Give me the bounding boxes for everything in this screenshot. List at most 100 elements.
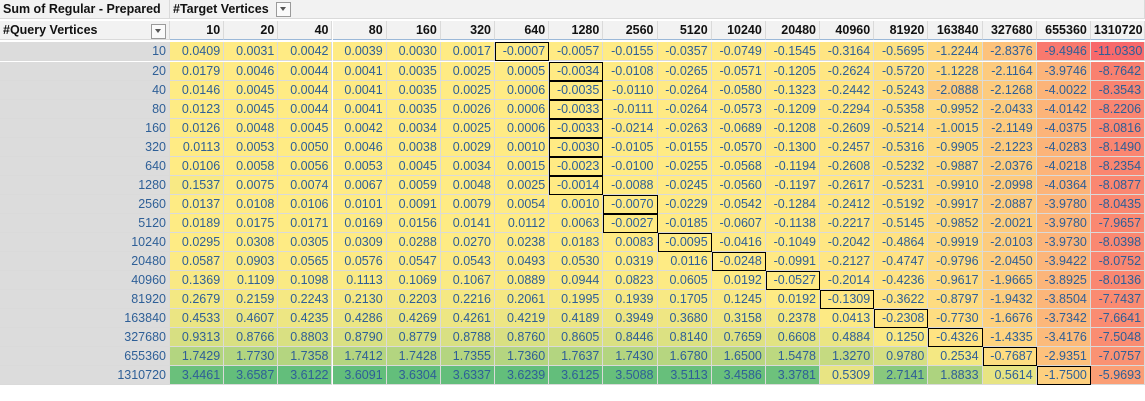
data-cell[interactable]: 3.6125 <box>549 366 604 385</box>
data-cell[interactable]: -8.2206 <box>1090 100 1145 119</box>
data-cell[interactable]: -7.9657 <box>1090 214 1145 233</box>
data-cell[interactable]: -2.0021 <box>982 214 1037 233</box>
data-cell[interactable]: 0.0183 <box>549 233 604 252</box>
data-cell[interactable]: 0.4235 <box>278 309 333 328</box>
data-cell[interactable]: -0.1049 <box>765 233 821 252</box>
data-cell[interactable]: 0.4261 <box>440 309 495 328</box>
data-cell[interactable]: 1.7637 <box>549 347 604 366</box>
data-cell[interactable]: 0.6608 <box>765 328 821 347</box>
data-cell[interactable]: -0.9919 <box>928 233 983 252</box>
data-cell[interactable]: 3.6587 <box>224 366 279 385</box>
data-cell[interactable]: -4.0364 <box>1036 176 1091 195</box>
data-cell[interactable]: 0.0034 <box>440 157 495 176</box>
data-cell[interactable]: 0.0035 <box>386 81 441 100</box>
data-cell[interactable]: 0.1069 <box>386 271 441 290</box>
data-cell[interactable]: -0.0560 <box>711 176 766 195</box>
data-cell[interactable]: -0.5720 <box>874 62 929 81</box>
data-cell[interactable]: 0.0026 <box>440 100 495 119</box>
data-cell[interactable]: 0.0113 <box>170 138 225 157</box>
data-cell[interactable]: -0.3622 <box>874 290 929 309</box>
data-cell[interactable]: 0.0409 <box>170 42 225 61</box>
data-cell[interactable]: 0.0547 <box>386 252 441 271</box>
data-cell[interactable]: 1.6780 <box>657 347 712 366</box>
data-cell[interactable]: 1.8833 <box>928 366 983 385</box>
data-cell[interactable]: 0.0063 <box>549 214 604 233</box>
data-cell[interactable]: 0.2061 <box>495 290 550 309</box>
data-cell[interactable]: 0.0116 <box>657 252 712 271</box>
data-cell[interactable]: -0.5214 <box>874 119 929 138</box>
data-cell[interactable]: 0.8140 <box>657 328 712 347</box>
data-cell[interactable]: 0.0038 <box>386 138 441 157</box>
data-cell[interactable]: -0.2608 <box>820 157 875 176</box>
data-cell[interactable]: -3.8925 <box>1036 271 1091 290</box>
column-filter-dropdown-icon[interactable] <box>276 2 292 18</box>
data-cell[interactable]: -0.0111 <box>603 100 658 119</box>
data-cell[interactable]: 0.4219 <box>495 309 550 328</box>
data-cell[interactable]: -0.5243 <box>874 81 929 100</box>
data-cell[interactable]: 0.0156 <box>386 214 441 233</box>
data-cell[interactable]: 0.0565 <box>278 252 333 271</box>
data-cell[interactable]: -0.1194 <box>765 157 821 176</box>
data-cell[interactable]: -0.0264 <box>657 100 712 119</box>
data-cell[interactable]: -2.0433 <box>982 100 1037 119</box>
data-cell[interactable]: 0.1245 <box>711 290 766 309</box>
data-cell[interactable]: 0.0192 <box>711 271 766 290</box>
data-cell[interactable]: 0.0044 <box>278 100 333 119</box>
data-cell[interactable]: -3.9780 <box>1036 214 1091 233</box>
data-cell[interactable]: 0.0123 <box>170 100 225 119</box>
data-cell[interactable]: 0.1113 <box>332 271 387 290</box>
data-cell[interactable]: -0.0033 <box>549 100 604 119</box>
data-cell[interactable]: 0.0067 <box>332 176 387 195</box>
data-cell[interactable]: 0.5614 <box>982 366 1037 385</box>
data-cell[interactable]: -0.2217 <box>820 214 875 233</box>
data-cell[interactable]: -0.0245 <box>657 176 712 195</box>
data-cell[interactable]: 0.0295 <box>170 233 225 252</box>
data-cell[interactable]: 0.0192 <box>765 290 821 309</box>
data-cell[interactable]: -0.0155 <box>603 42 658 61</box>
data-cell[interactable]: -0.0570 <box>711 138 766 157</box>
data-cell[interactable]: -2.8376 <box>982 42 1037 61</box>
data-cell[interactable]: 0.0048 <box>224 119 279 138</box>
data-cell[interactable]: -0.2624 <box>820 62 875 81</box>
data-cell[interactable]: -0.1323 <box>765 81 821 100</box>
data-cell[interactable]: -8.0435 <box>1090 195 1145 214</box>
data-cell[interactable]: 0.0031 <box>224 42 279 61</box>
data-cell[interactable]: 0.0889 <box>495 271 550 290</box>
data-cell[interactable]: 0.0042 <box>332 119 387 138</box>
data-cell[interactable]: -0.0527 <box>765 271 821 290</box>
data-cell[interactable]: 0.3158 <box>711 309 766 328</box>
data-cell[interactable]: 0.7659 <box>711 328 766 347</box>
data-cell[interactable]: -0.2294 <box>820 100 875 119</box>
data-cell[interactable]: -3.8504 <box>1036 290 1091 309</box>
data-cell[interactable]: -2.1149 <box>982 119 1037 138</box>
data-cell[interactable]: 0.0053 <box>224 138 279 157</box>
data-cell[interactable]: -0.2308 <box>874 309 929 328</box>
data-cell[interactable]: 0.3680 <box>657 309 712 328</box>
data-cell[interactable]: -2.0450 <box>982 252 1037 271</box>
data-cell[interactable]: -0.2442 <box>820 81 875 100</box>
data-cell[interactable]: 0.0091 <box>386 195 441 214</box>
data-cell[interactable]: 0.0493 <box>495 252 550 271</box>
data-cell[interactable]: 0.0309 <box>332 233 387 252</box>
data-cell[interactable]: -0.5695 <box>874 42 929 61</box>
data-cell[interactable]: 0.4884 <box>820 328 875 347</box>
data-cell[interactable]: 0.0903 <box>224 252 279 271</box>
data-cell[interactable]: -2.1268 <box>982 81 1037 100</box>
data-cell[interactable]: 0.0270 <box>440 233 495 252</box>
data-cell[interactable]: -1.0015 <box>928 119 983 138</box>
data-cell[interactable]: 0.0175 <box>224 214 279 233</box>
data-cell[interactable]: 1.7360 <box>495 347 550 366</box>
data-cell[interactable]: -1.2244 <box>928 42 983 61</box>
data-cell[interactable]: -0.9905 <box>928 138 983 157</box>
data-cell[interactable]: -1.4335 <box>982 328 1037 347</box>
data-cell[interactable]: -0.2609 <box>820 119 875 138</box>
data-cell[interactable]: 3.5088 <box>603 366 658 385</box>
data-cell[interactable]: 0.0025 <box>440 119 495 138</box>
data-cell[interactable]: -1.1228 <box>928 62 983 81</box>
data-cell[interactable]: -1.7500 <box>1036 366 1091 385</box>
data-cell[interactable]: 0.0029 <box>440 138 495 157</box>
row-field-cell[interactable]: #Query Vertices <box>0 21 170 40</box>
data-cell[interactable]: 0.0074 <box>278 176 333 195</box>
data-cell[interactable]: 0.0044 <box>278 62 333 81</box>
data-cell[interactable]: -0.0749 <box>711 42 766 61</box>
